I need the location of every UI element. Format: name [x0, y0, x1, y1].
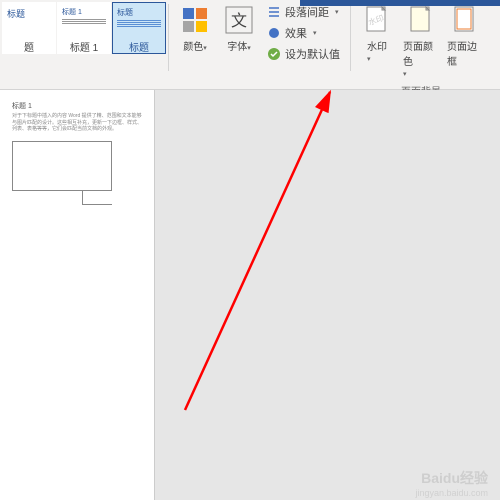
set-default-button[interactable]: 设为默认值: [263, 44, 344, 64]
style-name: 标题 1: [62, 39, 106, 54]
doc-body: 对于下标题中插入的内容 Word 提供了精、范围和文本能够与图片匹配的设计。这些…: [12, 113, 142, 133]
chevron-down-icon: ▾: [335, 8, 339, 16]
paragraph-spacing-icon: [267, 5, 281, 19]
font-icon: 文: [223, 4, 255, 36]
style-item-heading-selected[interactable]: 标题 标题: [112, 2, 166, 54]
paragraph-spacing-label: 段落间距: [285, 4, 329, 20]
chevron-down-icon: ▾: [367, 56, 371, 63]
annotation-arrow: [155, 80, 355, 430]
document-page[interactable]: 标题 1 对于下标题中插入的内容 Word 提供了精、范围和文本能够与图片匹配的…: [0, 90, 155, 500]
font-button[interactable]: 文 字体▾: [219, 2, 259, 89]
doc-heading: 标题 1: [12, 102, 142, 111]
page-background-group: 水印 水印▾ 页面颜色▾ 页面边框 页面背景: [351, 0, 491, 89]
doc-chart-placeholder: [12, 141, 112, 191]
effects-icon: [267, 26, 281, 40]
workspace: 标题 1 对于下标题中插入的内容 Word 提供了精、范围和文本能够与图片匹配的…: [0, 90, 500, 500]
effects-label: 效果: [285, 25, 307, 41]
baidu-watermark-url: jingyan.baidu.com: [415, 488, 488, 498]
chevron-down-icon: ▾: [313, 29, 317, 37]
check-icon: [267, 47, 281, 61]
style-item-title[interactable]: 标题 题: [2, 2, 56, 54]
page-color-icon: [405, 4, 437, 36]
page-border-icon: [449, 4, 481, 36]
effects-button[interactable]: 效果 ▾: [263, 23, 344, 43]
svg-text:文: 文: [231, 12, 247, 30]
watermark-icon: 水印: [361, 4, 393, 36]
chevron-down-icon: ▾: [403, 71, 407, 78]
page-color-label: 页面颜色: [403, 42, 433, 68]
color-palette-icon: [179, 4, 211, 36]
style-gallery[interactable]: 标题 题 标题 1 标题 1 标题 标题: [0, 0, 168, 89]
style-preview: 标题: [7, 7, 51, 39]
style-item-heading1[interactable]: 标题 1 标题 1: [57, 2, 111, 54]
font-label: 字体: [227, 42, 247, 53]
page-border-label: 页面边框: [447, 38, 483, 68]
chevron-down-icon: ▾: [247, 45, 251, 52]
style-name: 标题: [117, 39, 161, 54]
set-default-label: 设为默认值: [285, 46, 340, 62]
watermark-label: 水印: [367, 42, 387, 53]
formatting-group: 颜色▾ 文 字体▾ 段落间距 ▾: [169, 0, 350, 89]
page-border-button[interactable]: 页面边框: [445, 2, 485, 81]
chevron-down-icon: ▾: [203, 45, 207, 52]
color-label: 颜色: [183, 42, 203, 53]
document-content: 标题 1 对于下标题中插入的内容 Word 提供了精、范围和文本能够与图片匹配的…: [8, 98, 146, 203]
page-color-button[interactable]: 页面颜色 ▾: [401, 2, 441, 81]
watermark-button[interactable]: 水印 水印 ▾: [357, 2, 397, 81]
style-name: 题: [7, 39, 51, 54]
style-preview: 标题 1: [62, 7, 106, 39]
title-bar-fragment: [300, 0, 500, 6]
style-preview: 标题: [117, 7, 161, 39]
baidu-watermark: Baidu经验: [421, 468, 488, 488]
ribbon: 标题 题 标题 1 标题 1 标题 标题: [0, 0, 500, 90]
color-button[interactable]: 颜色▾: [175, 2, 215, 89]
